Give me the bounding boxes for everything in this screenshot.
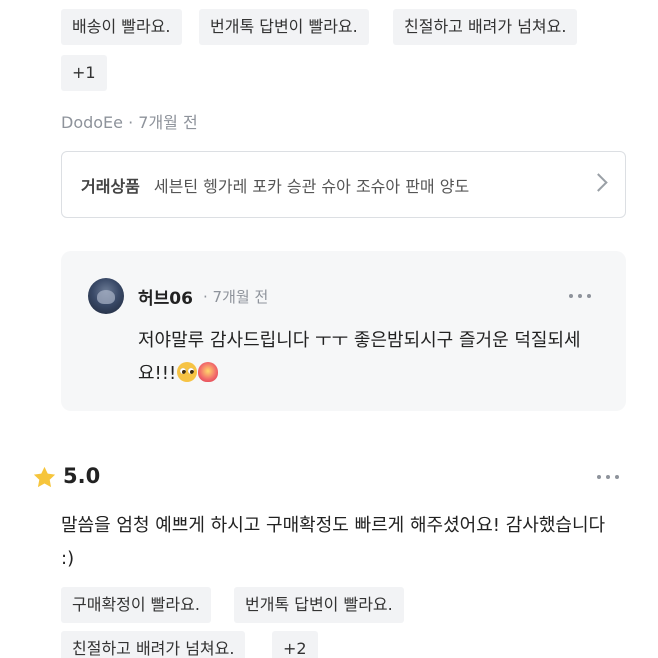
review-tag: 구매확정이 빨라요. bbox=[61, 587, 211, 623]
reply-author[interactable]: 허브06 bbox=[138, 284, 193, 309]
traded-product-card[interactable]: 거래상품 세븐틴 헹가레 포카 승관 슈아 조슈아 판매 양도 bbox=[61, 151, 626, 218]
more-tags-badge[interactable]: +1 bbox=[61, 55, 107, 91]
more-tags-badge[interactable]: +2 bbox=[272, 631, 318, 658]
chevron-right-icon bbox=[589, 173, 608, 192]
more-options-icon[interactable] bbox=[569, 294, 591, 298]
review-author[interactable]: DodoEe bbox=[61, 113, 123, 132]
product-label: 거래상품 bbox=[81, 176, 140, 196]
pleading-face-emoji bbox=[177, 362, 198, 382]
review-tag: 번개톡 답변이 빨라요. bbox=[199, 9, 369, 45]
review-meta: DodoEe · 7개월 전 bbox=[61, 109, 198, 133]
review-tag: 친절하고 배려가 넘쳐요. bbox=[61, 631, 246, 658]
rating-score: 5.0 bbox=[63, 464, 101, 488]
review-text: 말씀을 엄청 예쁘게 하시고 구매확정도 빠르게 해주셨어요! 감사했습니다 :… bbox=[61, 515, 606, 569]
review-time: · 7개월 전 bbox=[128, 113, 198, 132]
heart-emoji bbox=[198, 362, 219, 382]
star-icon bbox=[33, 466, 56, 488]
reply-time: · 7개월 전 bbox=[203, 288, 269, 306]
review-tag: 친절하고 배려가 넘쳐요. bbox=[393, 9, 578, 45]
seller-reply: 허브06 · 7개월 전 저야말루 감사드립니다 ㅜㅜ 좋은밤되시구 즐거운 덕… bbox=[61, 251, 626, 411]
review-tag: 배송이 빨라요. bbox=[61, 9, 182, 45]
review-tag: 번개톡 답변이 빨라요. bbox=[234, 587, 404, 623]
reply-text: 저야말루 감사드립니다 ㅜㅜ 좋은밤되시구 즐거운 덕질되세요!!! bbox=[138, 324, 608, 390]
avatar[interactable] bbox=[88, 278, 124, 314]
product-name: 세븐틴 헹가레 포카 승관 슈아 조슈아 판매 양도 bbox=[153, 176, 470, 196]
more-options-icon[interactable] bbox=[597, 475, 619, 479]
